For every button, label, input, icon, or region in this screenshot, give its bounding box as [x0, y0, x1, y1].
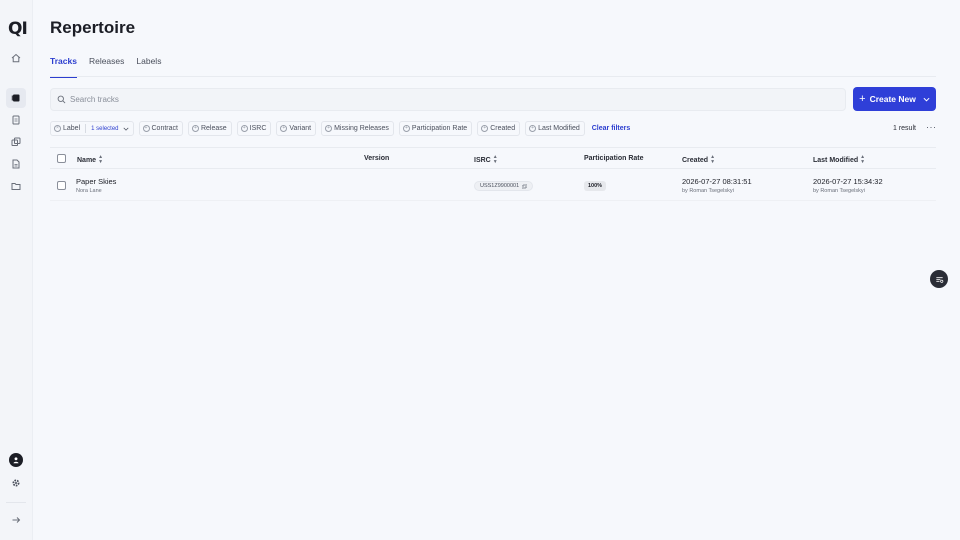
table-header: Name ▲ ▼ Version ISRC ▲ ▼ Participation Ra… [50, 147, 936, 169]
create-new-button[interactable]: + Create New [853, 87, 936, 111]
filter-chip-text: Release [200, 125, 227, 132]
tab-labels[interactable]: Labels [136, 52, 161, 78]
tabs-divider [50, 76, 936, 77]
home-icon[interactable] [6, 48, 26, 68]
close-circle-icon[interactable]: × [54, 125, 61, 132]
user-avatar-icon[interactable] [9, 453, 23, 467]
tab-bar: Tracks Releases Labels [50, 52, 173, 78]
add-circle-icon: + [240, 125, 248, 132]
sort-icon: ▲ ▼ [492, 154, 498, 165]
row-checkbox[interactable] [57, 181, 66, 190]
arrow-right-icon[interactable] [6, 510, 26, 530]
filter-chip-variant[interactable]: + Variant [276, 121, 317, 136]
add-circle-icon: + [402, 125, 410, 132]
filter-chip-text: ISRC [249, 125, 267, 132]
column-name-label: Name [77, 156, 97, 164]
select-all-checkbox[interactable] [57, 154, 66, 163]
isrc-badge[interactable]: USS1Z9900001 [474, 181, 534, 191]
result-count: 1 result [893, 125, 916, 132]
participation-rate-badge: 100% [584, 181, 607, 191]
search-input[interactable] [70, 95, 770, 104]
table-row[interactable]: Paper Skies Nora Lane USS1Z9900001 100% … [50, 169, 936, 201]
column-created[interactable]: Created ▲ ▼ [682, 155, 715, 165]
filter-selected-count: 1 selected [91, 125, 119, 132]
filter-chip-text: Variant [289, 125, 312, 132]
stack-icon[interactable] [6, 132, 26, 152]
isrc-value: USS1Z9900001 [480, 183, 520, 189]
sidebar: QI [0, 0, 33, 540]
create-new-label: Create New [869, 94, 916, 104]
column-name[interactable]: Name ▲ ▼ [77, 155, 103, 165]
column-created-label: Created [682, 156, 709, 164]
column-isrc-label: ISRC [474, 156, 491, 164]
chip-separator [85, 124, 87, 133]
chevron-down-icon [122, 127, 129, 131]
filter-chip-release[interactable]: + Release [187, 121, 232, 136]
column-version: Version [364, 155, 389, 162]
chevron-down-icon[interactable] [923, 96, 930, 103]
filter-chip-text: Missing Releases [334, 125, 389, 132]
search-bar[interactable] [50, 88, 846, 111]
sort-icon: ▲ ▼ [98, 154, 104, 165]
add-circle-icon: + [481, 125, 489, 132]
floating-action-button[interactable] [930, 270, 948, 288]
filter-chip-text: Last Modified [538, 125, 580, 132]
filter-chip-contract[interactable]: + Contract [138, 121, 183, 136]
list-settings-icon [935, 276, 943, 283]
filter-chip-isrc[interactable]: + ISRC [236, 121, 272, 136]
search-icon [57, 95, 66, 104]
created-by: by Roman Tsegelskyi [682, 188, 734, 194]
column-participation-rate: Participation Rate [584, 155, 644, 162]
track-artist: Nora Lane [76, 188, 102, 194]
app-logo[interactable]: QI [8, 19, 28, 39]
tab-releases[interactable]: Releases [89, 52, 124, 78]
file-icon[interactable] [6, 154, 26, 174]
created-date: 2026-07-27 08:31:51 [682, 177, 752, 186]
modified-by: by Roman Tsegelskyi [813, 188, 865, 194]
tab-tracks[interactable]: Tracks [50, 52, 77, 78]
filter-chip-last-modified[interactable]: + Last Modified [525, 121, 585, 136]
track-name[interactable]: Paper Skies [76, 177, 116, 186]
sidebar-divider [6, 502, 26, 503]
filter-chip-created[interactable]: + Created [477, 121, 521, 136]
tracks-icon[interactable] [6, 88, 26, 108]
tracks-table: Name ▲ ▼ Version ISRC ▲ ▼ Participation Ra… [50, 147, 936, 201]
page-title: Repertoire [50, 18, 136, 37]
filter-chip-text: Contract [151, 125, 178, 132]
column-last-modified[interactable]: Last Modified ▲ ▼ [813, 155, 865, 165]
last-modified-date: 2026-07-27 15:34:32 [813, 177, 883, 186]
sort-icon: ▲ ▼ [860, 154, 866, 165]
plus-icon: + [859, 92, 866, 105]
filter-chip-text: Participation Rate [411, 125, 468, 132]
add-circle-icon: + [280, 125, 288, 132]
clear-filters-link[interactable]: Clear filters [592, 125, 631, 132]
column-version-label: Version [364, 155, 390, 162]
sort-icon: ▲ ▼ [710, 154, 716, 165]
filter-chip-label[interactable]: × Label 1 selected [50, 121, 134, 136]
filter-chip-participation-rate[interactable]: + Participation Rate [398, 121, 473, 136]
column-isrc[interactable]: ISRC ▲ ▼ [474, 155, 498, 165]
add-circle-icon: + [529, 125, 537, 132]
gear-icon[interactable] [6, 473, 26, 493]
filter-bar: × Label 1 selected + Contract + Release … [50, 121, 630, 136]
more-options-icon[interactable]: ··· [926, 122, 937, 132]
document-icon[interactable] [6, 110, 26, 130]
add-circle-icon: + [191, 125, 199, 132]
copy-icon[interactable] [522, 183, 527, 189]
filter-chip-label-text: Label [63, 125, 81, 132]
add-circle-icon: + [142, 125, 150, 132]
add-circle-icon: + [325, 125, 333, 132]
filter-chip-missing-releases[interactable]: + Missing Releases [321, 121, 394, 136]
folder-icon[interactable] [6, 176, 26, 196]
column-participation-rate-label: Participation Rate [584, 155, 644, 162]
filter-chip-text: Created [490, 125, 516, 132]
column-last-modified-label: Last Modified [813, 156, 859, 164]
